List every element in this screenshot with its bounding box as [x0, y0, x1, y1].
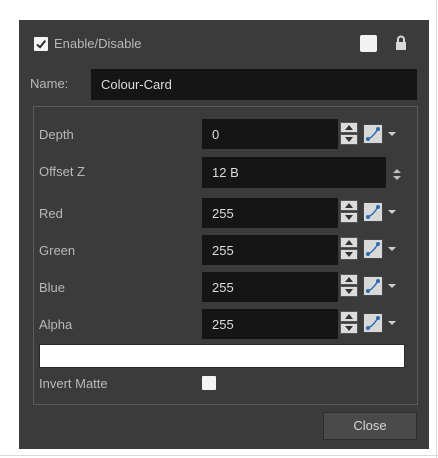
name-label: Name:: [30, 76, 69, 91]
alpha-label: Alpha: [39, 317, 73, 332]
spin-down-icon[interactable]: [340, 249, 358, 260]
spin-down-icon[interactable]: [340, 134, 358, 145]
spin-up-icon[interactable]: [340, 237, 358, 248]
offset-z-label: Offset Z: [39, 164, 85, 179]
sort-arrows-icon[interactable]: [393, 167, 401, 180]
close-button[interactable]: Close: [323, 412, 417, 440]
depth-label: Depth: [39, 127, 74, 142]
dropdown-arrow-icon[interactable]: [388, 210, 396, 214]
spin-down-icon[interactable]: [340, 212, 358, 223]
alpha-spinner[interactable]: [340, 311, 358, 335]
function-curve-icon[interactable]: [363, 239, 383, 259]
spin-up-icon[interactable]: [340, 200, 358, 211]
name-field[interactable]: Colour-Card: [91, 69, 417, 100]
alpha-field[interactable]: 255: [202, 309, 338, 339]
blue-field[interactable]: 255: [202, 272, 338, 302]
red-spinner[interactable]: [340, 200, 358, 224]
dropdown-arrow-icon[interactable]: [388, 321, 396, 325]
layer-properties-dialog: Enable/Disable Name: Colour-Card Depth 0…: [19, 20, 429, 449]
dropdown-arrow-icon[interactable]: [388, 247, 396, 251]
offset-z-field[interactable]: 12 B: [202, 157, 386, 188]
red-label: Red: [39, 206, 63, 221]
lock-icon[interactable]: [395, 35, 407, 51]
spin-down-icon[interactable]: [340, 286, 358, 297]
invert-matte-checkbox[interactable]: [202, 376, 216, 390]
function-curve-icon[interactable]: [363, 313, 383, 333]
spin-up-icon[interactable]: [340, 122, 358, 133]
spin-up-icon[interactable]: [340, 274, 358, 285]
depth-spinner[interactable]: [340, 122, 358, 146]
colour-swatch[interactable]: [39, 344, 405, 368]
spin-down-icon[interactable]: [340, 323, 358, 334]
green-label: Green: [39, 243, 76, 258]
green-field[interactable]: 255: [202, 235, 338, 265]
checkbox-checked-icon: [36, 39, 47, 49]
green-spinner[interactable]: [340, 237, 358, 261]
function-curve-icon[interactable]: [363, 202, 383, 222]
frame-edge-bottom: [0, 455, 438, 456]
function-curve-icon[interactable]: [363, 276, 383, 296]
blue-label: Blue: [39, 280, 66, 295]
blue-spinner[interactable]: [340, 274, 358, 298]
dropdown-arrow-icon[interactable]: [388, 132, 396, 136]
frame-edge-right: [436, 0, 437, 458]
dropdown-arrow-icon[interactable]: [388, 284, 396, 288]
spin-up-icon[interactable]: [340, 311, 358, 322]
function-curve-icon[interactable]: [363, 124, 383, 144]
color-swatch-icon[interactable]: [360, 35, 377, 52]
enable-label: Enable/Disable: [54, 36, 142, 51]
red-field[interactable]: 255: [202, 198, 338, 228]
depth-field[interactable]: 0: [202, 119, 338, 149]
invert-matte-label: Invert Matte: [39, 376, 108, 391]
enable-checkbox[interactable]: [34, 37, 48, 51]
